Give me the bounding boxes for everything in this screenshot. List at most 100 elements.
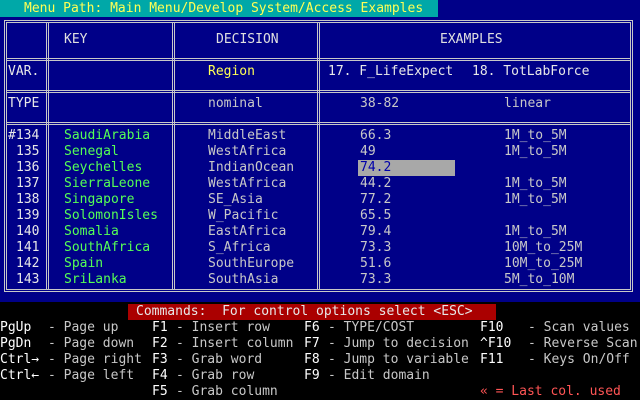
key-f6[interactable]: F6	[304, 320, 320, 336]
row-decision[interactable]: MiddleEast	[208, 128, 286, 144]
header-decision: DECISION	[216, 32, 279, 47]
row-key[interactable]: Senegal	[64, 144, 119, 160]
var-decision[interactable]: Region	[208, 64, 255, 80]
key-f9[interactable]: F9	[304, 368, 320, 384]
menu-path-bar: Menu Path: Main Menu/Develop System/Acce…	[0, 0, 438, 17]
var-example-1[interactable]: 17. F_LifeExpect	[328, 64, 453, 80]
desc-ctrl-f10: - Reverse Scan	[528, 336, 638, 351]
header-examples: EXAMPLES	[440, 32, 503, 47]
desc-pgdn: - Page down	[48, 336, 135, 351]
row-number: 142	[16, 256, 40, 271]
desc-f10: - Scan values	[528, 320, 630, 335]
row-key[interactable]: Somalia	[64, 224, 119, 240]
row-key[interactable]: SierraLeone	[64, 176, 150, 192]
row-key[interactable]: SriLanka	[64, 272, 127, 288]
row-life-expect[interactable]: 73.3	[360, 240, 391, 256]
type-divider	[7, 122, 630, 125]
row-number: 135	[16, 144, 40, 159]
row-decision[interactable]: WestAfrica	[208, 144, 286, 160]
selected-cell-value[interactable]: 74.2	[360, 160, 391, 176]
row-life-expect[interactable]: 66.3	[360, 128, 391, 144]
row-labor-force[interactable]: 1M_to_5M	[504, 128, 567, 144]
key-f2[interactable]: F2	[152, 336, 168, 352]
last-col-legend: « = Last col. used	[480, 384, 621, 399]
key-f4[interactable]: F4	[152, 368, 168, 384]
col-divider-1	[46, 23, 49, 289]
desc-f3: - Grab word	[176, 352, 263, 367]
row-life-expect[interactable]: 44.2	[360, 176, 391, 192]
selected-cell[interactable]: 74.2	[358, 160, 455, 176]
desc-f8: - Jump to variable	[328, 352, 469, 367]
key-ctrl-f10[interactable]: ^F10	[480, 336, 511, 352]
key-f3[interactable]: F3	[152, 352, 168, 368]
row-number: 137	[16, 176, 40, 191]
row-number: 141	[16, 240, 40, 255]
row-labor-force[interactable]: 1M_to_5M	[504, 176, 567, 192]
row-labor-force[interactable]: 10M_to_25M	[504, 256, 582, 272]
row-decision[interactable]: WestAfrica	[208, 176, 286, 192]
desc-pgup: - Page up	[48, 320, 119, 335]
row-decision[interactable]: SouthEurope	[208, 256, 294, 272]
desc-f9: - Edit domain	[328, 368, 430, 383]
row-life-expect[interactable]: 73.3	[360, 272, 391, 288]
key-f1[interactable]: F1	[152, 320, 168, 336]
var-label: VAR.	[8, 64, 40, 79]
row-number: #134	[8, 128, 40, 143]
row-number: 136	[16, 160, 40, 175]
row-labor-force[interactable]: 1M_to_5M	[504, 224, 567, 240]
row-decision[interactable]: SE_Asia	[208, 192, 263, 208]
desc-f7: - Jump to decision	[328, 336, 469, 351]
key-f11[interactable]: F11	[480, 352, 503, 368]
row-life-expect[interactable]: 77.2	[360, 192, 391, 208]
commands-text: Commands: For control options select <ES…	[136, 304, 473, 319]
key-f5[interactable]: F5	[152, 384, 168, 400]
row-key[interactable]: SolomonIsles	[64, 208, 158, 224]
row-decision[interactable]: W_Pacific	[208, 208, 278, 224]
row-life-expect[interactable]: 49	[360, 144, 376, 160]
key-f7[interactable]: F7	[304, 336, 320, 352]
row-labor-force[interactable]: 10M_to_25M	[504, 240, 582, 256]
row-number: 139	[16, 208, 40, 223]
menu-path-text: Menu Path: Main Menu/Develop System/Acce…	[24, 1, 424, 16]
key-pgup[interactable]: PgUp	[0, 320, 31, 336]
commands-bar: Commands: For control options select <ES…	[128, 304, 496, 320]
row-life-expect[interactable]: 65.5	[360, 208, 391, 224]
row-key[interactable]: Seychelles	[64, 160, 142, 176]
key-f8[interactable]: F8	[304, 352, 320, 368]
key-ctrl-left[interactable]: Ctrl←	[0, 368, 39, 384]
row-labor-force[interactable]: 1M_to_5M	[504, 144, 567, 160]
type-example-1[interactable]: 38-82	[360, 96, 399, 112]
desc-f11: - Keys On/Off	[528, 352, 630, 367]
type-decision[interactable]: nominal	[208, 96, 263, 112]
row-key[interactable]: Singapore	[64, 192, 134, 208]
type-label: TYPE	[8, 96, 40, 111]
row-key[interactable]: Spain	[64, 256, 103, 272]
var-example-2[interactable]: 18. TotLabForce	[472, 64, 589, 80]
row-labor-force[interactable]: 5M_to_10M	[504, 272, 574, 288]
col-divider-2	[172, 23, 175, 289]
key-ctrl-right[interactable]: Ctrl→	[0, 352, 39, 368]
header-key: KEY	[64, 32, 88, 47]
row-decision[interactable]: S_Africa	[208, 240, 271, 256]
col-divider-3	[317, 23, 320, 289]
row-key[interactable]: SaudiArabia	[64, 128, 150, 144]
desc-f1: - Insert row	[176, 320, 270, 335]
row-life-expect[interactable]: 79.4	[360, 224, 391, 240]
row-decision[interactable]: SouthAsia	[208, 272, 278, 288]
desc-f6: - TYPE/COST	[328, 320, 415, 335]
type-example-2[interactable]: linear	[504, 96, 551, 112]
desc-f2: - Insert column	[176, 336, 294, 351]
key-f10[interactable]: F10	[480, 320, 503, 336]
row-number: 143	[16, 272, 40, 287]
row-labor-force[interactable]: 1M_to_5M	[504, 192, 567, 208]
desc-ctrl-left: - Page left	[48, 368, 135, 383]
row-number: 138	[16, 192, 40, 207]
row-decision[interactable]: EastAfrica	[208, 224, 286, 240]
row-key[interactable]: SouthAfrica	[64, 240, 150, 256]
key-pgdn[interactable]: PgDn	[0, 336, 31, 352]
desc-ctrl-right: - Page right	[48, 352, 142, 367]
var-divider	[7, 90, 630, 93]
desc-f4: - Grab row	[176, 368, 255, 383]
row-life-expect[interactable]: 51.6	[360, 256, 391, 272]
row-decision[interactable]: IndianOcean	[208, 160, 294, 176]
